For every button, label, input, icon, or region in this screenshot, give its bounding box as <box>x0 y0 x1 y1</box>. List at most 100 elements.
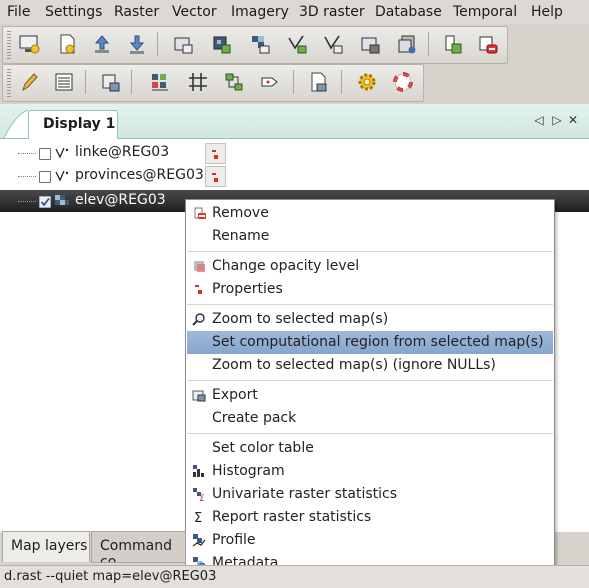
toolbar-separator <box>85 70 86 94</box>
editor-button[interactable] <box>16 69 42 95</box>
properties-icon <box>195 285 202 294</box>
svg-text:Σ: Σ <box>194 511 202 524</box>
tab-display-1-label: Display 1 <box>43 116 116 132</box>
layer-properties-button[interactable] <box>205 166 226 187</box>
tab-corner <box>2 108 29 139</box>
help-button[interactable] <box>390 69 416 95</box>
layer-context-menu: Remove Rename Change opacity level Prope… <box>185 199 555 578</box>
ctx-separator <box>187 304 553 305</box>
layer-properties-button[interactable] <box>205 143 226 164</box>
modeler-button[interactable] <box>147 69 173 95</box>
tab-close-icon[interactable]: ✕ <box>566 113 580 127</box>
save-workspace-button[interactable] <box>124 31 150 57</box>
menu-vector[interactable]: Vector <box>172 3 217 21</box>
toolbar-grip[interactable] <box>7 69 11 97</box>
layer-label: elev@REG03 <box>75 192 166 208</box>
add-vector-overlay-icon <box>361 37 380 54</box>
editor-pencil-icon <box>22 73 38 92</box>
map-composer-icon <box>261 77 278 87</box>
layer-checkbox[interactable] <box>39 171 51 183</box>
menu-help[interactable]: Help <box>531 3 563 21</box>
add-multiple-rasters-icon <box>213 36 231 54</box>
grid-button[interactable] <box>185 69 211 95</box>
georectifier-icon <box>102 74 120 92</box>
attribute-table-button[interactable] <box>51 69 77 95</box>
ctx-report-stats[interactable]: Σ Report raster statistics <box>187 506 553 529</box>
layer-checkbox-checked[interactable] <box>39 196 51 208</box>
add-multiple-rasters-button[interactable] <box>208 31 234 57</box>
layer-row-linke[interactable]: linke@REG03 <box>0 142 589 164</box>
ctx-univariate-stats[interactable]: Σ Univariate raster statistics <box>187 483 553 506</box>
menu-temporal[interactable]: Temporal <box>453 3 517 21</box>
ctx-remove[interactable]: Remove <box>187 202 553 225</box>
histogram-icon <box>193 465 204 477</box>
menu-database[interactable]: Database <box>375 3 442 21</box>
add-raster-button[interactable] <box>170 31 196 57</box>
map-composer-button[interactable] <box>257 69 283 95</box>
ctx-zoom-selected[interactable]: Zoom to selected map(s) <box>187 308 553 331</box>
toolbar-separator <box>428 32 429 56</box>
profile-icon <box>192 534 206 547</box>
menu-settings[interactable]: Settings <box>45 3 102 21</box>
tab-command-console[interactable]: Command co <box>91 531 186 563</box>
sigma-icon: Σ <box>194 511 202 524</box>
remove-layer-icon <box>479 36 498 54</box>
layer-label: linke@REG03 <box>75 144 170 160</box>
attribute-table-icon <box>55 73 73 91</box>
layer-checkbox[interactable] <box>39 148 51 160</box>
ctx-create-pack[interactable]: Create pack <box>187 407 553 430</box>
tab-display-1[interactable]: Display 1 <box>28 110 118 139</box>
properties-small-icon <box>212 150 218 159</box>
layer-label: provinces@REG03 <box>75 167 204 183</box>
add-vector-button[interactable] <box>284 31 310 57</box>
ctx-export[interactable]: Export <box>187 384 553 407</box>
add-multiple-vectors-icon <box>324 35 343 54</box>
ctx-histogram[interactable]: Histogram <box>187 460 553 483</box>
tools-toolbar <box>2 64 424 102</box>
add-vector-icon <box>288 35 307 54</box>
add-overlay-button[interactable] <box>439 31 465 57</box>
ctx-zoom-ignore-nulls[interactable]: Zoom to selected map(s) (ignore NULLs) <box>187 354 553 377</box>
main-toolbar <box>2 26 508 64</box>
menu-imagery[interactable]: Imagery <box>231 3 289 21</box>
modeler-icon <box>152 74 168 91</box>
settings-button[interactable] <box>354 69 380 95</box>
ctx-profile[interactable]: Profile <box>187 529 553 552</box>
toolbar-separator <box>131 70 132 94</box>
properties-small-icon <box>212 173 218 182</box>
menu-3d-raster[interactable]: 3D raster <box>299 3 365 21</box>
toolbar-grip[interactable] <box>7 31 11 59</box>
add-multiple-vectors-button[interactable] <box>320 31 346 57</box>
add-vector-overlay-button[interactable] <box>357 31 383 57</box>
layer-row-provinces[interactable]: provinces@REG03 <box>0 165 589 187</box>
menu-raster[interactable]: Raster <box>114 3 159 21</box>
menu-file[interactable]: File <box>7 3 30 21</box>
univariate-stats-icon: Σ <box>193 488 205 501</box>
ctx-set-color-table[interactable]: Set color table <box>187 437 553 460</box>
ctx-change-opacity[interactable]: Change opacity level <box>187 255 553 278</box>
remove-layer-button[interactable] <box>475 31 501 57</box>
georectifier-button[interactable] <box>97 69 123 95</box>
ctx-rename[interactable]: Rename <box>187 225 553 248</box>
svg-text:Σ: Σ <box>199 494 205 501</box>
import-button[interactable] <box>305 69 331 95</box>
tab-map-layers[interactable]: Map layers <box>2 531 90 562</box>
open-workspace-button[interactable] <box>89 31 115 57</box>
new-workspace-icon <box>60 34 75 54</box>
new-workspace-button[interactable] <box>54 31 80 57</box>
new-display-button[interactable] <box>16 31 42 57</box>
ctx-label: Report raster statistics <box>212 509 372 525</box>
statusbar: d.rast --quiet map=elev@REG03 <box>0 565 589 588</box>
menubar: File Settings Raster Vector Imagery 3D r… <box>0 0 589 24</box>
ctx-label: Profile <box>212 532 256 548</box>
add-raster-overlay-button[interactable] <box>247 31 273 57</box>
add-group-button[interactable] <box>394 31 420 57</box>
save-workspace-icon <box>129 35 145 54</box>
ctx-label: Properties <box>212 281 283 297</box>
tab-scroll-right-icon[interactable]: ▷ <box>550 113 564 127</box>
workflow-button[interactable] <box>221 69 247 95</box>
ctx-properties[interactable]: Properties <box>187 278 553 301</box>
ctx-set-region[interactable]: Set computational region from selected m… <box>187 331 553 354</box>
remove-icon <box>194 207 206 219</box>
tab-scroll-left-icon[interactable]: ◁ <box>532 113 546 127</box>
